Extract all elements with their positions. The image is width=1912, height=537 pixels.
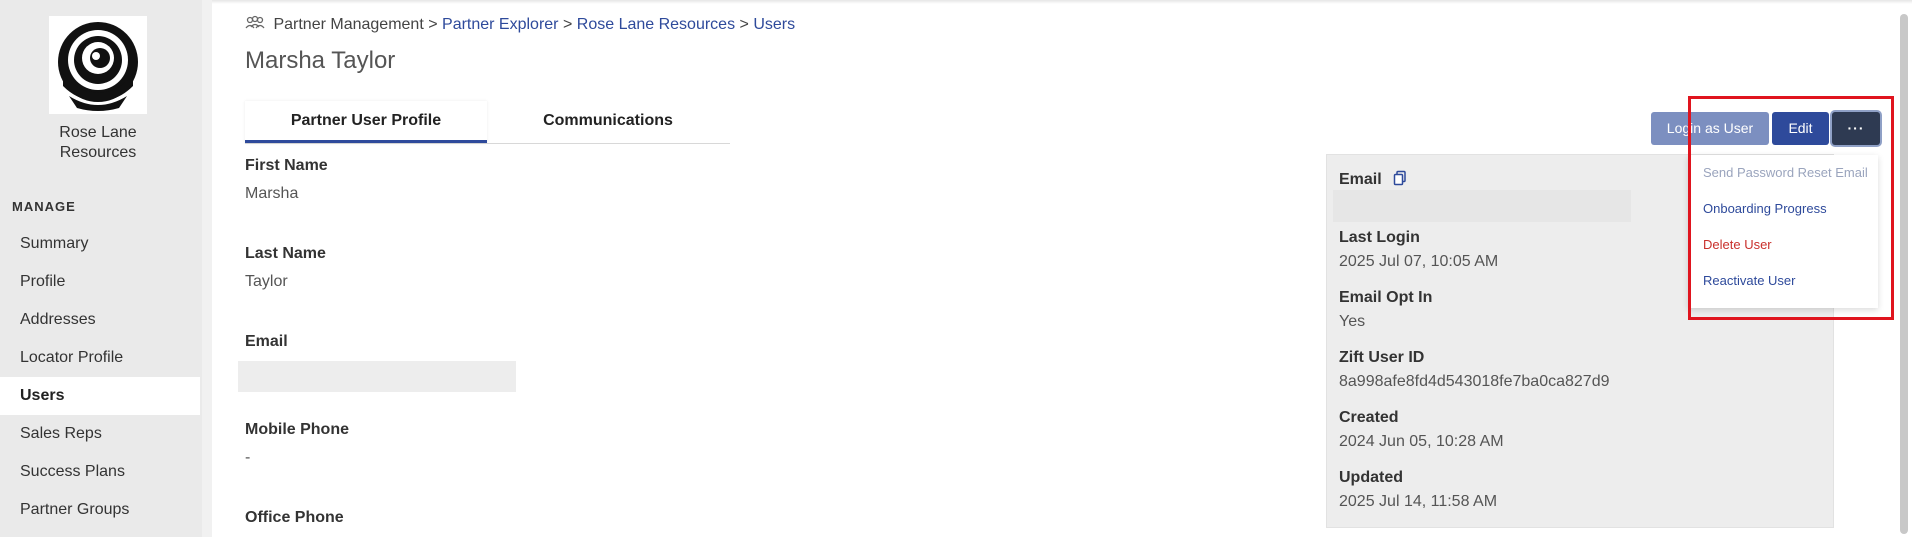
org-name-line2: Resources [59, 144, 137, 161]
sidebar-item-sales-reps[interactable]: Sales Reps [0, 415, 200, 453]
sidebar-item-users[interactable]: Users [0, 377, 200, 415]
breadcrumb-root: Partner Management [273, 16, 424, 33]
mobile-phone-field: Mobile Phone - [245, 421, 349, 467]
sidebar-divider [202, 0, 212, 537]
card-email-opt-in-field: Email Opt In Yes [1339, 289, 1432, 331]
first-name-field: First Name Marsha [245, 157, 328, 203]
first-name-label: First Name [245, 157, 328, 174]
card-updated-field: Updated 2025 Jul 14, 11:58 AM [1339, 469, 1497, 511]
sidebar-item-profile[interactable]: Profile [0, 263, 200, 301]
card-updated-value: 2025 Jul 14, 11:58 AM [1339, 493, 1498, 510]
card-last-login-value: 2025 Jul 07, 10:05 AM [1339, 253, 1499, 270]
org-logo [49, 16, 147, 114]
org-name: Rose Lane Resources [0, 123, 196, 163]
sidebar-item-success-plans[interactable]: Success Plans [0, 453, 200, 491]
sidebar-nav: Summary Profile Addresses Locator Profil… [0, 225, 200, 529]
manage-heading: MANAGE [12, 199, 76, 214]
email-value-redacted [238, 361, 516, 392]
email-field: Email [245, 333, 288, 351]
last-name-label: Last Name [245, 245, 326, 262]
sidebar-item-summary[interactable]: Summary [0, 225, 200, 263]
org-name-line1: Rose Lane [59, 124, 137, 141]
card-email-label: Email [1339, 171, 1382, 188]
breadcrumb-separator: > [739, 16, 749, 33]
sidebar-item-partner-groups[interactable]: Partner Groups [0, 491, 200, 529]
highlight-annotation-box [1688, 96, 1894, 320]
breadcrumb-separator: > [428, 16, 438, 33]
breadcrumb-separator: > [562, 16, 573, 33]
sidebar-item-locator-profile[interactable]: Locator Profile [0, 339, 200, 377]
partner-group-icon [245, 15, 265, 29]
breadcrumb-partner-explorer[interactable]: Partner Explorer [442, 16, 559, 33]
card-last-login-label: Last Login [1339, 229, 1420, 246]
mobile-phone-label: Mobile Phone [245, 421, 349, 438]
card-created-field: Created 2024 Jun 05, 10:28 AM [1339, 409, 1504, 451]
card-email-opt-in-label: Email Opt In [1339, 289, 1433, 306]
card-email-value-redacted [1333, 190, 1631, 222]
card-created-label: Created [1339, 409, 1399, 426]
card-email-opt-in-value: Yes [1339, 313, 1366, 330]
top-shadow [212, 0, 1912, 4]
first-name-value: Marsha [245, 185, 299, 202]
office-phone-label: Office Phone [245, 509, 344, 526]
card-email-field: Email [1339, 170, 1408, 189]
card-zift-user-id-value: 8a998afe8fd4d543018fe7ba0ca827d9 [1339, 373, 1610, 390]
card-created-value: 2024 Jun 05, 10:28 AM [1339, 433, 1504, 450]
tab-partner-user-profile[interactable]: Partner User Profile [245, 101, 487, 143]
rose-logo-icon [49, 16, 147, 114]
copy-icon[interactable] [1392, 170, 1408, 186]
profile-tabs: Partner User Profile Communications [245, 101, 730, 144]
breadcrumb-partner-name[interactable]: Rose Lane Resources [577, 16, 735, 33]
sidebar: Rose Lane Resources MANAGE Summary Profi… [0, 0, 202, 537]
card-updated-label: Updated [1339, 469, 1403, 486]
page-title: Marsha Taylor [245, 47, 396, 74]
last-name-value: Taylor [245, 273, 288, 290]
card-zift-user-id-field: Zift User ID 8a998afe8fd4d543018fe7ba0ca… [1339, 349, 1610, 391]
office-phone-field: Office Phone [245, 509, 344, 527]
last-name-field: Last Name Taylor [245, 245, 326, 291]
breadcrumb-users[interactable]: Users [753, 16, 795, 33]
sidebar-item-addresses[interactable]: Addresses [0, 301, 200, 339]
card-zift-user-id-label: Zift User ID [1339, 349, 1425, 366]
mobile-phone-value: - [245, 449, 251, 466]
card-last-login-field: Last Login 2025 Jul 07, 10:05 AM [1339, 229, 1498, 271]
vertical-scrollbar[interactable] [1900, 14, 1908, 534]
breadcrumb: Partner Management > Partner Explorer > … [245, 15, 795, 34]
email-label: Email [245, 333, 288, 350]
tab-communications[interactable]: Communications [487, 101, 729, 143]
